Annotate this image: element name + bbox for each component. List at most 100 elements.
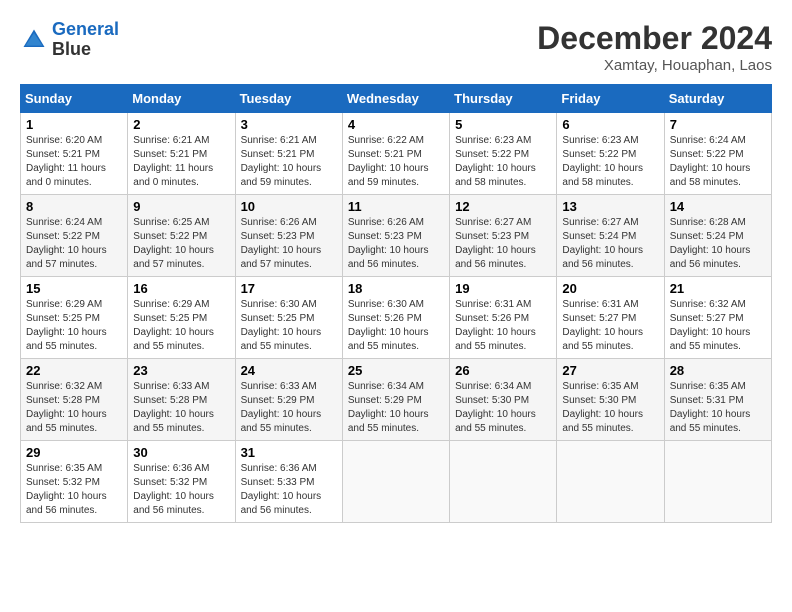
day-info: Sunrise: 6:33 AM Sunset: 5:29 PM Dayligh…	[241, 380, 337, 436]
calendar-header: SundayMondayTuesdayWednesdayThursdayFrid…	[21, 85, 772, 113]
day-number: 10	[241, 199, 337, 214]
day-number: 13	[562, 199, 658, 214]
calendar-day-cell: 17 Sunrise: 6:30 AM Sunset: 5:25 PM Dayl…	[235, 277, 342, 359]
calendar-day-cell: 6 Sunrise: 6:23 AM Sunset: 5:22 PM Dayli…	[557, 113, 664, 195]
day-info: Sunrise: 6:31 AM Sunset: 5:26 PM Dayligh…	[455, 298, 551, 354]
calendar-day-cell: 4 Sunrise: 6:22 AM Sunset: 5:21 PM Dayli…	[342, 113, 449, 195]
calendar-day-cell: 23 Sunrise: 6:33 AM Sunset: 5:28 PM Dayl…	[128, 359, 235, 441]
calendar-day-cell: 24 Sunrise: 6:33 AM Sunset: 5:29 PM Dayl…	[235, 359, 342, 441]
day-number: 17	[241, 281, 337, 296]
day-number: 16	[133, 281, 229, 296]
calendar-day-cell: 2 Sunrise: 6:21 AM Sunset: 5:21 PM Dayli…	[128, 113, 235, 195]
days-of-week-row: SundayMondayTuesdayWednesdayThursdayFrid…	[21, 85, 772, 113]
logo-icon	[20, 26, 48, 54]
day-info: Sunrise: 6:20 AM Sunset: 5:21 PM Dayligh…	[26, 134, 122, 190]
calendar-day-cell: 27 Sunrise: 6:35 AM Sunset: 5:30 PM Dayl…	[557, 359, 664, 441]
day-info: Sunrise: 6:21 AM Sunset: 5:21 PM Dayligh…	[241, 134, 337, 190]
day-info: Sunrise: 6:35 AM Sunset: 5:30 PM Dayligh…	[562, 380, 658, 436]
day-number: 4	[348, 117, 444, 132]
day-info: Sunrise: 6:24 AM Sunset: 5:22 PM Dayligh…	[26, 216, 122, 272]
calendar-day-cell: 20 Sunrise: 6:31 AM Sunset: 5:27 PM Dayl…	[557, 277, 664, 359]
day-number: 24	[241, 363, 337, 378]
day-info: Sunrise: 6:27 AM Sunset: 5:23 PM Dayligh…	[455, 216, 551, 272]
calendar-week-row: 8 Sunrise: 6:24 AM Sunset: 5:22 PM Dayli…	[21, 195, 772, 277]
calendar-day-cell: 3 Sunrise: 6:21 AM Sunset: 5:21 PM Dayli…	[235, 113, 342, 195]
calendar-day-cell	[450, 441, 557, 523]
calendar-week-row: 15 Sunrise: 6:29 AM Sunset: 5:25 PM Dayl…	[21, 277, 772, 359]
day-number: 11	[348, 199, 444, 214]
calendar-week-row: 22 Sunrise: 6:32 AM Sunset: 5:28 PM Dayl…	[21, 359, 772, 441]
day-info: Sunrise: 6:36 AM Sunset: 5:33 PM Dayligh…	[241, 462, 337, 518]
day-number: 18	[348, 281, 444, 296]
day-info: Sunrise: 6:28 AM Sunset: 5:24 PM Dayligh…	[670, 216, 766, 272]
calendar-day-cell: 15 Sunrise: 6:29 AM Sunset: 5:25 PM Dayl…	[21, 277, 128, 359]
day-info: Sunrise: 6:32 AM Sunset: 5:27 PM Dayligh…	[670, 298, 766, 354]
day-of-week-header: Saturday	[664, 85, 771, 113]
calendar-day-cell: 16 Sunrise: 6:29 AM Sunset: 5:25 PM Dayl…	[128, 277, 235, 359]
day-number: 3	[241, 117, 337, 132]
calendar-day-cell: 7 Sunrise: 6:24 AM Sunset: 5:22 PM Dayli…	[664, 113, 771, 195]
calendar-table: SundayMondayTuesdayWednesdayThursdayFrid…	[20, 84, 772, 523]
day-info: Sunrise: 6:33 AM Sunset: 5:28 PM Dayligh…	[133, 380, 229, 436]
day-number: 25	[348, 363, 444, 378]
day-number: 20	[562, 281, 658, 296]
day-number: 8	[26, 199, 122, 214]
day-info: Sunrise: 6:32 AM Sunset: 5:28 PM Dayligh…	[26, 380, 122, 436]
day-number: 30	[133, 445, 229, 460]
day-number: 2	[133, 117, 229, 132]
day-info: Sunrise: 6:29 AM Sunset: 5:25 PM Dayligh…	[133, 298, 229, 354]
day-number: 28	[670, 363, 766, 378]
day-of-week-header: Sunday	[21, 85, 128, 113]
day-number: 29	[26, 445, 122, 460]
location: Xamtay, Houaphan, Laos	[537, 57, 772, 74]
calendar-day-cell: 29 Sunrise: 6:35 AM Sunset: 5:32 PM Dayl…	[21, 441, 128, 523]
day-info: Sunrise: 6:34 AM Sunset: 5:30 PM Dayligh…	[455, 380, 551, 436]
day-number: 1	[26, 117, 122, 132]
day-number: 12	[455, 199, 551, 214]
day-info: Sunrise: 6:34 AM Sunset: 5:29 PM Dayligh…	[348, 380, 444, 436]
day-number: 14	[670, 199, 766, 214]
calendar-day-cell: 9 Sunrise: 6:25 AM Sunset: 5:22 PM Dayli…	[128, 195, 235, 277]
day-number: 22	[26, 363, 122, 378]
day-info: Sunrise: 6:26 AM Sunset: 5:23 PM Dayligh…	[348, 216, 444, 272]
calendar-day-cell: 10 Sunrise: 6:26 AM Sunset: 5:23 PM Dayl…	[235, 195, 342, 277]
logo-text: General Blue	[52, 20, 119, 60]
day-info: Sunrise: 6:35 AM Sunset: 5:32 PM Dayligh…	[26, 462, 122, 518]
day-number: 27	[562, 363, 658, 378]
day-number: 7	[670, 117, 766, 132]
calendar-day-cell: 12 Sunrise: 6:27 AM Sunset: 5:23 PM Dayl…	[450, 195, 557, 277]
day-info: Sunrise: 6:30 AM Sunset: 5:26 PM Dayligh…	[348, 298, 444, 354]
month-title: December 2024	[537, 20, 772, 57]
day-info: Sunrise: 6:35 AM Sunset: 5:31 PM Dayligh…	[670, 380, 766, 436]
calendar-day-cell: 5 Sunrise: 6:23 AM Sunset: 5:22 PM Dayli…	[450, 113, 557, 195]
title-block: December 2024 Xamtay, Houaphan, Laos	[537, 20, 772, 74]
day-info: Sunrise: 6:30 AM Sunset: 5:25 PM Dayligh…	[241, 298, 337, 354]
calendar-day-cell: 14 Sunrise: 6:28 AM Sunset: 5:24 PM Dayl…	[664, 195, 771, 277]
calendar-day-cell: 28 Sunrise: 6:35 AM Sunset: 5:31 PM Dayl…	[664, 359, 771, 441]
calendar-day-cell: 13 Sunrise: 6:27 AM Sunset: 5:24 PM Dayl…	[557, 195, 664, 277]
calendar-body: 1 Sunrise: 6:20 AM Sunset: 5:21 PM Dayli…	[21, 113, 772, 523]
day-info: Sunrise: 6:31 AM Sunset: 5:27 PM Dayligh…	[562, 298, 658, 354]
day-number: 23	[133, 363, 229, 378]
calendar-day-cell	[664, 441, 771, 523]
day-info: Sunrise: 6:23 AM Sunset: 5:22 PM Dayligh…	[562, 134, 658, 190]
day-of-week-header: Friday	[557, 85, 664, 113]
day-number: 26	[455, 363, 551, 378]
calendar-day-cell: 30 Sunrise: 6:36 AM Sunset: 5:32 PM Dayl…	[128, 441, 235, 523]
day-info: Sunrise: 6:25 AM Sunset: 5:22 PM Dayligh…	[133, 216, 229, 272]
day-number: 5	[455, 117, 551, 132]
day-of-week-header: Tuesday	[235, 85, 342, 113]
logo: General Blue	[20, 20, 119, 60]
calendar-day-cell: 22 Sunrise: 6:32 AM Sunset: 5:28 PM Dayl…	[21, 359, 128, 441]
day-number: 21	[670, 281, 766, 296]
day-info: Sunrise: 6:27 AM Sunset: 5:24 PM Dayligh…	[562, 216, 658, 272]
calendar-day-cell: 19 Sunrise: 6:31 AM Sunset: 5:26 PM Dayl…	[450, 277, 557, 359]
calendar-day-cell: 26 Sunrise: 6:34 AM Sunset: 5:30 PM Dayl…	[450, 359, 557, 441]
day-info: Sunrise: 6:24 AM Sunset: 5:22 PM Dayligh…	[670, 134, 766, 190]
day-info: Sunrise: 6:23 AM Sunset: 5:22 PM Dayligh…	[455, 134, 551, 190]
day-number: 15	[26, 281, 122, 296]
day-of-week-header: Thursday	[450, 85, 557, 113]
day-of-week-header: Monday	[128, 85, 235, 113]
calendar-day-cell: 11 Sunrise: 6:26 AM Sunset: 5:23 PM Dayl…	[342, 195, 449, 277]
day-number: 9	[133, 199, 229, 214]
